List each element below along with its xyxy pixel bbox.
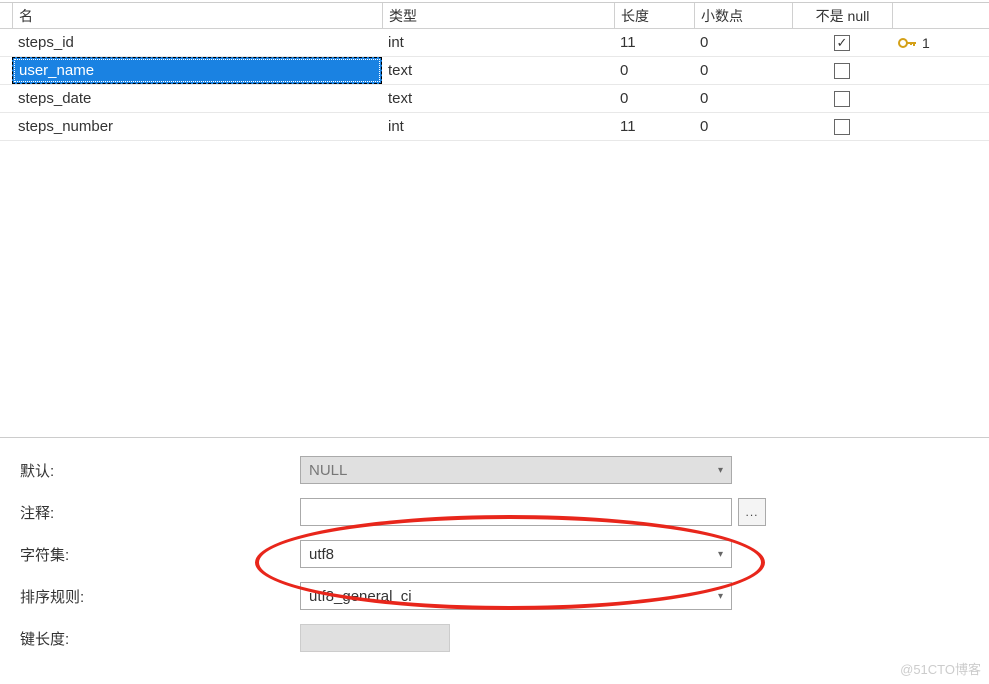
cell-decimal[interactable]: 0	[694, 85, 792, 112]
cell-length[interactable]: 11	[614, 29, 694, 56]
collation-value: utf8_general_ci	[309, 588, 412, 605]
cell-type[interactable]: text	[382, 57, 614, 84]
charset-field[interactable]: utf8 ▾	[300, 540, 732, 568]
collation-field[interactable]: utf8_general_ci ▾	[300, 582, 732, 610]
prop-row-collation: 排序规则: utf8_general_ci ▾	[20, 582, 969, 610]
table-row[interactable]: steps_datetext00	[0, 85, 989, 113]
cell-type[interactable]: text	[382, 85, 614, 112]
table-row[interactable]: user_nametext00	[0, 57, 989, 85]
watermark: @51CTO博客	[900, 659, 981, 678]
cell-name[interactable]: steps_id	[12, 29, 382, 56]
primary-key-icon: 1	[898, 35, 930, 51]
cell-key: 1	[892, 29, 989, 56]
keylength-label: 键长度:	[20, 628, 300, 649]
grid-header-row: 名 类型 长度 小数点 不是 null	[0, 3, 989, 29]
cell-name[interactable]: steps_date	[12, 85, 382, 112]
default-field[interactable]: NULL ▾	[300, 456, 732, 484]
comment-label: 注释:	[20, 502, 300, 523]
header-length[interactable]: 长度	[614, 3, 694, 28]
cell-notnull	[792, 57, 892, 84]
cell-type[interactable]: int	[382, 29, 614, 56]
header-key	[892, 3, 989, 28]
properties-panel: 默认: NULL ▾ 注释: ... 字符集: utf8 ▾ 排序规则: utf…	[0, 437, 989, 676]
row-indicator	[0, 85, 12, 112]
keylength-field[interactable]	[300, 624, 450, 652]
cell-decimal[interactable]: 0	[694, 29, 792, 56]
cell-length[interactable]: 11	[614, 113, 694, 140]
row-indicator	[0, 113, 12, 140]
header-notnull[interactable]: 不是 null	[792, 3, 892, 28]
cell-key	[892, 113, 989, 140]
prop-row-charset: 字符集: utf8 ▾	[20, 540, 969, 568]
cell-length[interactable]: 0	[614, 85, 694, 112]
cell-notnull	[792, 113, 892, 140]
charset-value: utf8	[309, 546, 334, 563]
chevron-down-icon: ▾	[718, 591, 723, 602]
notnull-checkbox[interactable]	[834, 35, 850, 51]
chevron-down-icon: ▾	[718, 465, 723, 476]
prop-row-keylength: 键长度:	[20, 624, 969, 652]
charset-label: 字符集:	[20, 544, 300, 565]
header-name[interactable]: 名	[12, 3, 382, 28]
chevron-down-icon: ▾	[718, 549, 723, 560]
row-indicator	[0, 57, 12, 84]
notnull-checkbox[interactable]	[834, 63, 850, 79]
cell-key	[892, 57, 989, 84]
header-indicator	[0, 3, 12, 28]
cell-notnull	[792, 85, 892, 112]
table-row[interactable]: steps_numberint110	[0, 113, 989, 141]
cell-decimal[interactable]: 0	[694, 113, 792, 140]
cell-decimal[interactable]: 0	[694, 57, 792, 84]
default-label: 默认:	[20, 460, 300, 481]
notnull-checkbox[interactable]	[834, 119, 850, 135]
cell-name[interactable]: steps_number	[12, 113, 382, 140]
prop-row-comment: 注释: ...	[20, 498, 969, 526]
cell-key	[892, 85, 989, 112]
comment-ellipsis-button[interactable]: ...	[738, 498, 766, 526]
prop-row-default: 默认: NULL ▾	[20, 456, 969, 484]
header-type[interactable]: 类型	[382, 3, 614, 28]
table-row[interactable]: steps_idint110 1	[0, 29, 989, 57]
comment-field[interactable]	[300, 498, 732, 526]
default-value: NULL	[309, 462, 347, 479]
cell-type[interactable]: int	[382, 113, 614, 140]
ellipsis-icon: ...	[745, 505, 758, 519]
grid-body: steps_idint1101user_nametext00steps_date…	[0, 29, 989, 141]
cell-length[interactable]: 0	[614, 57, 694, 84]
notnull-checkbox[interactable]	[834, 91, 850, 107]
field-grid: 名 类型 长度 小数点 不是 null steps_idint1101user_…	[0, 2, 989, 141]
cell-name[interactable]: user_name	[12, 57, 382, 84]
collation-label: 排序规则:	[20, 586, 300, 607]
cell-notnull	[792, 29, 892, 56]
row-indicator	[0, 29, 12, 56]
header-decimal[interactable]: 小数点	[694, 3, 792, 28]
